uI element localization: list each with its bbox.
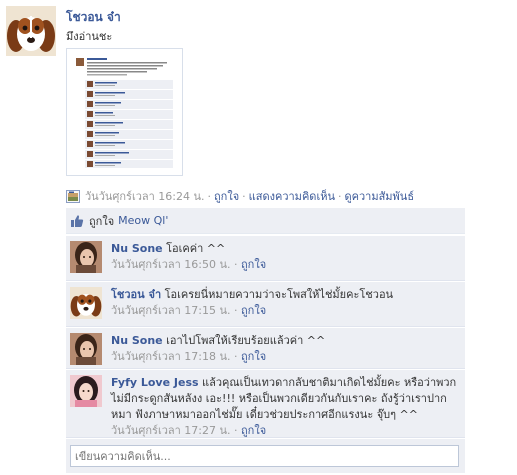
attached-photo[interactable] xyxy=(66,48,183,176)
comment-link[interactable]: แสดงความคิดเห็น xyxy=(249,187,335,205)
meta-separator: · xyxy=(337,189,342,203)
author-avatar[interactable] xyxy=(6,6,56,56)
liker-name[interactable]: Meow Ql' xyxy=(118,214,168,227)
girl-avatar-image xyxy=(70,333,102,365)
commenter-avatar[interactable] xyxy=(70,241,102,273)
comment-body: โชวอน จ๋า โอเครยนี่หมายความว่าจะโพสให้ไช… xyxy=(111,287,459,319)
commenter-avatar[interactable] xyxy=(70,375,102,407)
photo-icon xyxy=(66,189,80,203)
likes-prefix: ถูกใจ xyxy=(89,214,115,228)
meta-separator: · xyxy=(234,424,242,437)
comment-item: Fyfy Love Jess แล้วคุณเป็นเทวดากลับชาติม… xyxy=(66,370,465,438)
girl-avatar-image xyxy=(70,241,102,273)
post-timestamp[interactable]: วันวันศุกร์เวลา 16:24 น. xyxy=(85,187,205,205)
comment-timestamp[interactable]: วันวันศุกร์เวลา 16:50 น. xyxy=(111,258,231,271)
comment-timestamp[interactable]: วันวันศุกร์เวลา 17:18 น. xyxy=(111,350,231,363)
commenter-avatar[interactable] xyxy=(70,287,102,319)
reply-box xyxy=(66,439,465,473)
pink-avatar-image xyxy=(70,375,102,407)
comment-like-link[interactable]: ถูกใจ xyxy=(241,304,266,317)
commenter-name[interactable]: Fyfy Love Jess xyxy=(111,376,199,389)
comment-item: Nu Sone โอเคค่า ^^ วันวันศุกร์เวลา 16:50… xyxy=(66,236,465,281)
photo-thumbnail-drawing xyxy=(71,53,178,171)
comment-text: โอเคค่า ^^ xyxy=(166,242,226,255)
like-link[interactable]: ถูกใจ xyxy=(214,187,239,205)
post-meta-row: วันวันศุกร์เวลา 16:24 น. · ถูกใจ · แสดงค… xyxy=(66,187,414,205)
comment-like-link[interactable]: ถูกใจ xyxy=(241,258,266,271)
commenter-avatar[interactable] xyxy=(70,333,102,365)
meta-separator: · xyxy=(234,258,242,271)
comment-like-link[interactable]: ถูกใจ xyxy=(241,350,266,363)
puppy-avatar-image xyxy=(6,6,56,56)
comment-text: โอเครยนี่หมายความว่าจะโพสให้ไช่มั้ยคะโชว… xyxy=(164,288,394,301)
comment-timestamp[interactable]: วันวันศุกร์เวลา 17:15 น. xyxy=(111,304,231,317)
attached-photo-content xyxy=(71,53,178,171)
comment-like-link[interactable]: ถูกใจ xyxy=(241,424,266,437)
comment-body: Nu Sone โอเคค่า ^^ วันวันศุกร์เวลา 16:50… xyxy=(111,241,459,273)
comment-meta: วันวันศุกร์เวลา 17:15 น. · ถูกใจ xyxy=(111,303,459,319)
comment-item: โชวอน จ๋า โอเครยนี่หมายความว่าจะโพสให้ไช… xyxy=(66,282,465,327)
commenter-name[interactable]: Nu Sone xyxy=(111,334,163,347)
meta-separator: · xyxy=(234,304,242,317)
thumbs-up-icon xyxy=(70,214,84,228)
post-text: มึงอ่านชะ xyxy=(66,30,113,43)
commenter-name[interactable]: โชวอน จ๋า xyxy=(111,288,161,301)
comment-meta: วันวันศุกร์เวลา 17:27 น. · ถูกใจ xyxy=(111,423,459,439)
see-friendship-link[interactable]: ดูความสัมพันธ์ xyxy=(344,187,414,205)
comment-item: Nu Sone เอาไปโพสให้เรียบร้อยแล้วค่า ^^ ว… xyxy=(66,328,465,369)
puppy-avatar-image xyxy=(70,287,102,319)
comment-meta: วันวันศุกร์เวลา 17:18 น. · ถูกใจ xyxy=(111,349,459,365)
feedback-box: ถูกใจ Meow Ql' xyxy=(66,208,465,234)
comment-body: Fyfy Love Jess แล้วคุณเป็นเทวดากลับชาติม… xyxy=(111,375,459,439)
meta-separator: · xyxy=(207,189,212,203)
meta-separator: · xyxy=(234,350,242,363)
post-author-name[interactable]: โชวอน จ๋า xyxy=(66,8,121,27)
meta-separator: · xyxy=(242,189,246,203)
commenter-name[interactable]: Nu Sone xyxy=(111,242,163,255)
comment-text: เอาไปโพสให้เรียบร้อยแล้วค่า ^^ xyxy=(166,334,326,347)
comment-body: Nu Sone เอาไปโพสให้เรียบร้อยแล้วค่า ^^ ว… xyxy=(111,333,459,365)
comment-timestamp[interactable]: วันวันศุกร์เวลา 17:27 น. xyxy=(111,424,231,437)
comment-meta: วันวันศุกร์เวลา 16:50 น. · ถูกใจ xyxy=(111,257,459,273)
comment-input[interactable] xyxy=(70,445,459,467)
likes-row: ถูกใจ Meow Ql' xyxy=(66,208,465,234)
